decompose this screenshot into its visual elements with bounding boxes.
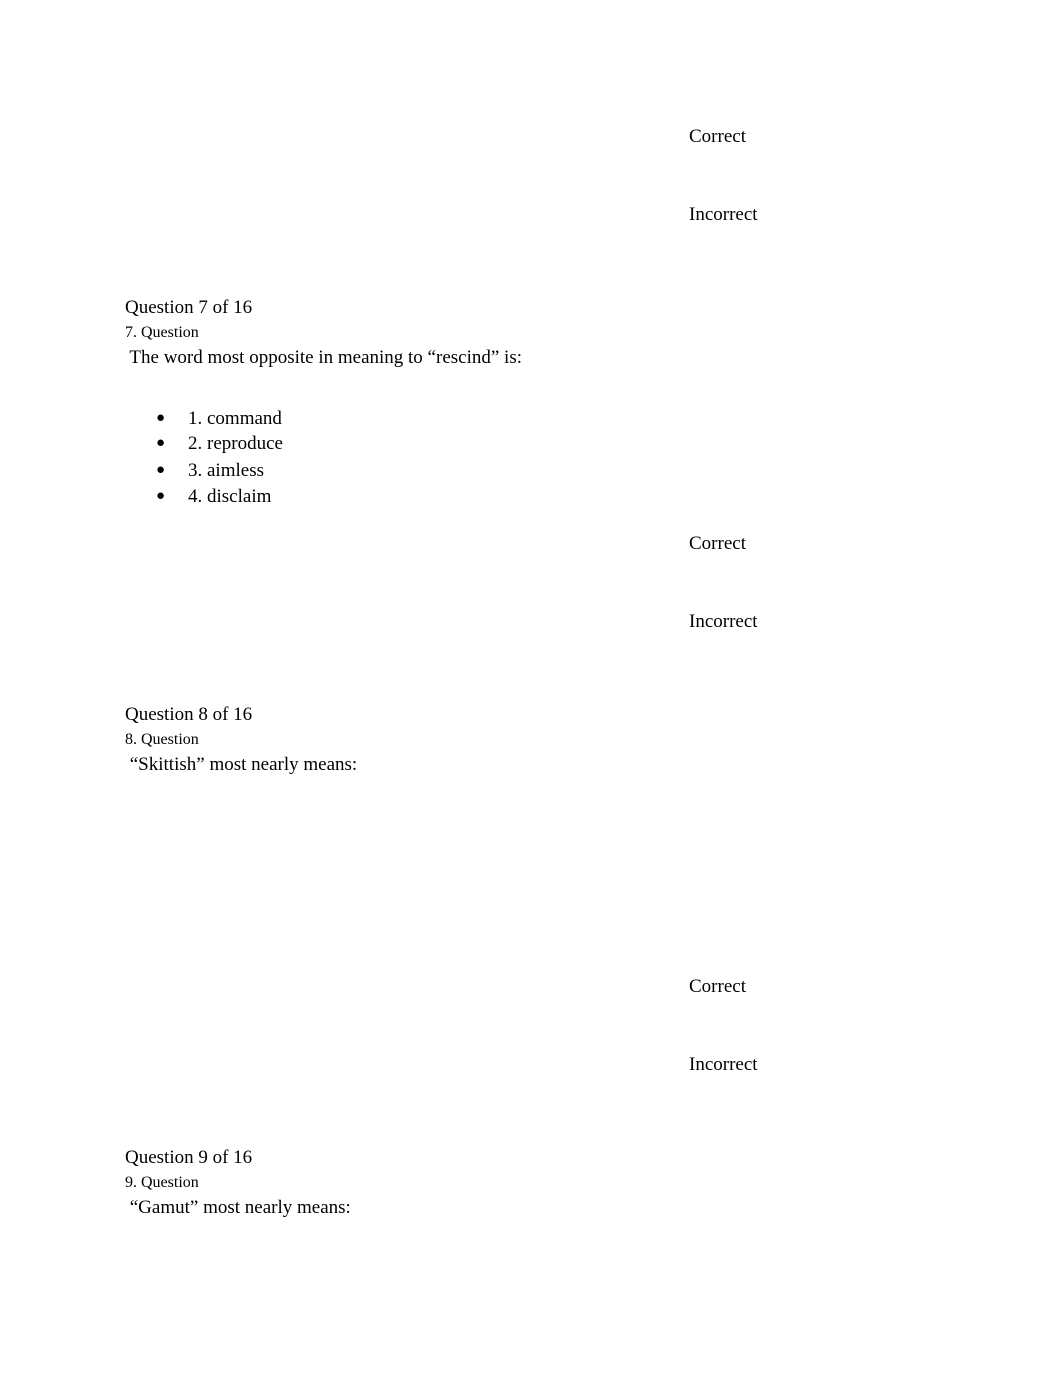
bullet-icon: ● — [156, 488, 166, 504]
correct-option[interactable]: Correct — [689, 534, 746, 553]
question-counter: Question 7 of 16 — [125, 297, 253, 318]
answer-option-label: 2. reproduce — [188, 433, 283, 454]
incorrect-option[interactable]: Incorrect — [689, 612, 758, 631]
answer-option-label: 4. disclaim — [188, 486, 272, 507]
question-label: 8. Question — [125, 731, 199, 748]
incorrect-option[interactable]: Incorrect — [689, 1055, 758, 1074]
question-prompt: “Skittish” most nearly means: — [125, 754, 358, 775]
bullet-icon: ● — [156, 435, 166, 451]
question-counter: Question 8 of 16 — [125, 704, 253, 725]
answer-option-label: 1. command — [188, 408, 282, 429]
question-label: 7. Question — [125, 324, 199, 341]
incorrect-option[interactable]: Incorrect — [689, 205, 758, 224]
question-counter: Question 9 of 16 — [125, 1147, 253, 1168]
question-label: 9. Question — [125, 1174, 199, 1191]
bullet-icon: ● — [156, 462, 166, 478]
correct-option[interactable]: Correct — [689, 127, 746, 146]
correct-option[interactable]: Correct — [689, 977, 746, 996]
answer-option-label: 3. aimless — [188, 460, 264, 481]
bullet-icon: ● — [156, 410, 166, 426]
question-prompt: The word most opposite in meaning to “re… — [125, 347, 522, 368]
question-prompt: “Gamut” most nearly means: — [125, 1197, 351, 1218]
